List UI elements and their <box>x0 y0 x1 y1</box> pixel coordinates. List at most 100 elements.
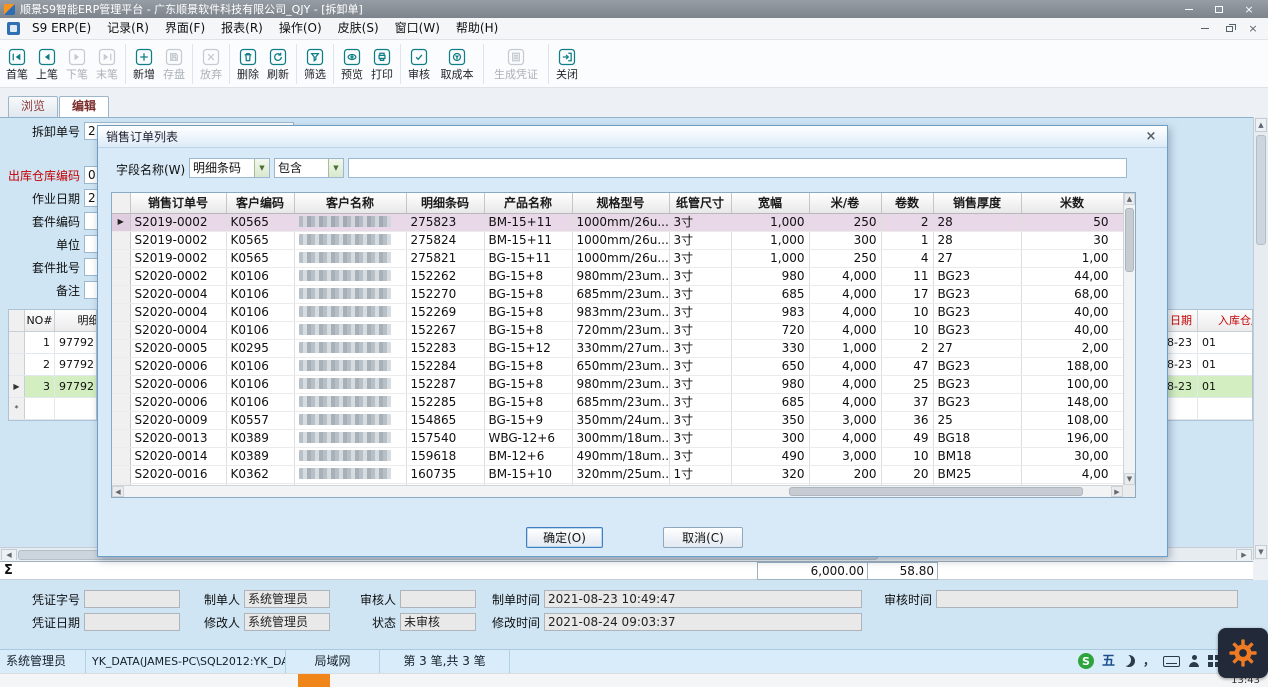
menu-item-7[interactable]: 帮助(H) <box>448 18 506 39</box>
operator-select[interactable]: 包含 ▼ <box>274 158 344 178</box>
col-header-order-no[interactable]: 销售订单号 <box>130 193 226 213</box>
table-vertical-scrollbar[interactable]: ▲ ▼ <box>1123 193 1135 485</box>
toolbar-button-print[interactable]: 打印 <box>367 41 397 87</box>
col-header-detail-barcode[interactable]: 明细条码 <box>406 193 484 213</box>
grid-row[interactable]: 297792 <box>9 354 96 376</box>
scroll-down-icon[interactable]: ▼ <box>1255 545 1267 559</box>
col-header-tube-size[interactable]: 纸管尺寸 <box>669 193 731 213</box>
scroll-up-icon[interactable]: ▲ <box>1255 118 1267 132</box>
menu-item-6[interactable]: 窗口(W) <box>387 18 448 39</box>
grid-row[interactable]: 8-2301 <box>1160 376 1252 398</box>
child-restore-icon[interactable] <box>1217 20 1241 38</box>
order-row[interactable]: S2020-0013K0389157540WBG-12+6300mm/18um.… <box>112 429 1123 447</box>
grid-row[interactable]: 8-2301 <box>1160 332 1252 354</box>
taskbar-app-indicator[interactable] <box>298 674 330 687</box>
scroll-left-icon[interactable]: ◀ <box>112 486 124 497</box>
grid-row[interactable]: * <box>9 398 96 420</box>
toolbar-button-add[interactable]: 新增 <box>129 41 159 87</box>
col-header-thickness[interactable]: 销售厚度 <box>933 193 1021 213</box>
col-header-product-name[interactable]: 产品名称 <box>484 193 572 213</box>
scroll-left-icon[interactable]: ◀ <box>1 549 17 560</box>
menu-item-1[interactable]: 记录(R) <box>99 18 157 39</box>
order-row[interactable]: S2020-0009K0557154865BG-15+9350mm/24um..… <box>112 411 1123 429</box>
toolbar-button-preview[interactable]: 预览 <box>337 41 367 87</box>
order-row[interactable]: S2020-0005K0295152283BG-15+12330mm/27um.… <box>112 339 1123 357</box>
toolbar-button-filter[interactable]: 筛选 <box>300 41 330 87</box>
col-header-spec-model[interactable]: 规格型号 <box>572 193 669 213</box>
minimize-icon[interactable] <box>1174 0 1204 18</box>
toolbar-button-delete[interactable]: 删除 <box>233 41 263 87</box>
col-header-width[interactable]: 宽幅 <box>731 193 809 213</box>
order-row[interactable]: ▶S2019-0002K0565275823BM-15+111000mm/26u… <box>112 213 1123 231</box>
punctuation-icon[interactable]: ， <box>1143 655 1155 667</box>
table-horizontal-scrollbar[interactable]: ◀ ▶ <box>112 485 1123 497</box>
toolbar-button-first[interactable]: 首笔 <box>2 41 32 87</box>
menu-item-4[interactable]: 操作(O) <box>271 18 330 39</box>
vertical-scroll-thumb[interactable] <box>1256 135 1266 245</box>
child-close-icon[interactable]: × <box>1241 20 1265 38</box>
order-row[interactable]: S2019-0002K0565275821BG-15+111000mm/26u.… <box>112 249 1123 267</box>
toolbar-button-close[interactable]: 关闭 <box>552 41 582 87</box>
order-row[interactable]: S2020-0004K0106152267BG-15+8720mm/23um..… <box>112 321 1123 339</box>
sogou-logo-icon[interactable]: S <box>1078 653 1094 669</box>
toolbar-button-prev[interactable]: 上笔 <box>32 41 62 87</box>
menu-item-5[interactable]: 皮肤(S) <box>330 18 387 39</box>
field-name-select[interactable]: 明细条码 ▼ <box>189 158 270 178</box>
order-row[interactable]: S2020-0006K0106152287BG-15+8980mm/23um..… <box>112 375 1123 393</box>
order-row[interactable]: S2020-0016K0362160735BM-15+10320mm/25um.… <box>112 465 1123 483</box>
chevron-down-icon[interactable]: ▼ <box>328 159 343 177</box>
tab-edit[interactable]: 编辑 <box>59 96 109 117</box>
wubi-icon[interactable]: 五 <box>1102 655 1115 668</box>
order-row[interactable]: S2020-0014K0389159618BM-12+6490mm/18um..… <box>112 447 1123 465</box>
moon-icon[interactable] <box>1123 655 1135 667</box>
order-row[interactable]: S2020-0004K0106152269BG-15+8983mm/23um..… <box>112 303 1123 321</box>
scroll-up-icon[interactable]: ▲ <box>1124 193 1135 205</box>
maximize-icon[interactable] <box>1204 0 1234 18</box>
close-icon[interactable]: × <box>1234 0 1264 18</box>
menu-item-0[interactable]: S9 ERP(E) <box>24 18 99 39</box>
vertical-scroll-thumb[interactable] <box>1125 208 1134 272</box>
toolbar-button-cost[interactable]: 取成本 <box>434 41 480 87</box>
ok-button[interactable]: 确定(O) <box>526 527 603 548</box>
grid-row[interactable]: 8-2301 <box>1160 354 1252 376</box>
scroll-right-icon[interactable]: ▶ <box>1111 486 1123 497</box>
menu-item-3[interactable]: 报表(R) <box>213 18 271 39</box>
col-header-meters-per-roll[interactable]: 米/卷 <box>809 193 881 213</box>
child-minimize-icon[interactable] <box>1193 20 1217 38</box>
col-header-customer-code[interactable]: 客户编码 <box>226 193 294 213</box>
cancel-button[interactable]: 取消(C) <box>663 527 743 548</box>
creator-input[interactable]: 系统管理员 <box>244 590 330 608</box>
cell-customer-name <box>294 465 406 483</box>
toolbar-button-refresh[interactable]: 刷新 <box>263 41 293 87</box>
scroll-down-icon[interactable]: ▼ <box>1124 473 1135 485</box>
dialog-close-icon[interactable]: × <box>1143 130 1159 143</box>
grid-row[interactable]: ▶397792 <box>9 376 96 398</box>
col-header-customer-name[interactable]: 客户名称 <box>294 193 406 213</box>
filter-value-input[interactable] <box>348 158 1127 178</box>
keyboard-icon[interactable] <box>1163 656 1180 667</box>
grid-row[interactable]: 197792 <box>9 332 96 354</box>
toolbar-button-audit[interactable]: 审核 <box>404 41 434 87</box>
menu-item-2[interactable]: 界面(F) <box>157 18 213 39</box>
tab-browse[interactable]: 浏览 <box>8 96 58 117</box>
create-time-input[interactable]: 2021-08-23 10:49:47 <box>544 590 862 608</box>
order-row[interactable]: S2019-0002K0565275824BM-15+111000mm/26u.… <box>112 231 1123 249</box>
modifier-input[interactable]: 系统管理员 <box>244 613 330 631</box>
main-vertical-scrollbar[interactable]: ▲ ▼ <box>1253 117 1268 560</box>
auditor-input[interactable] <box>400 590 476 608</box>
modify-time-input[interactable]: 2021-08-24 09:03:37 <box>544 613 862 631</box>
col-header-meters[interactable]: 米数 <box>1021 193 1123 213</box>
chevron-down-icon[interactable]: ▼ <box>254 159 269 177</box>
assistant-widget[interactable] <box>1218 628 1268 678</box>
status-input[interactable]: 未审核 <box>400 613 476 631</box>
grid-row[interactable] <box>1160 398 1252 420</box>
order-row[interactable]: S2020-0002K0106152262BG-15+8980mm/23um..… <box>112 267 1123 285</box>
person-icon[interactable] <box>1188 655 1200 667</box>
order-row[interactable]: S2020-0006K0106152285BG-15+8685mm/23um..… <box>112 393 1123 411</box>
audit-time-input[interactable] <box>936 590 1238 608</box>
horizontal-scroll-thumb[interactable] <box>789 487 1082 496</box>
scroll-right-icon[interactable]: ▶ <box>1236 549 1252 560</box>
order-row[interactable]: S2020-0004K0106152270BG-15+8685mm/23um..… <box>112 285 1123 303</box>
col-header-roll-count[interactable]: 卷数 <box>881 193 933 213</box>
order-row[interactable]: S2020-0006K0106152284BG-15+8650mm/23um..… <box>112 357 1123 375</box>
